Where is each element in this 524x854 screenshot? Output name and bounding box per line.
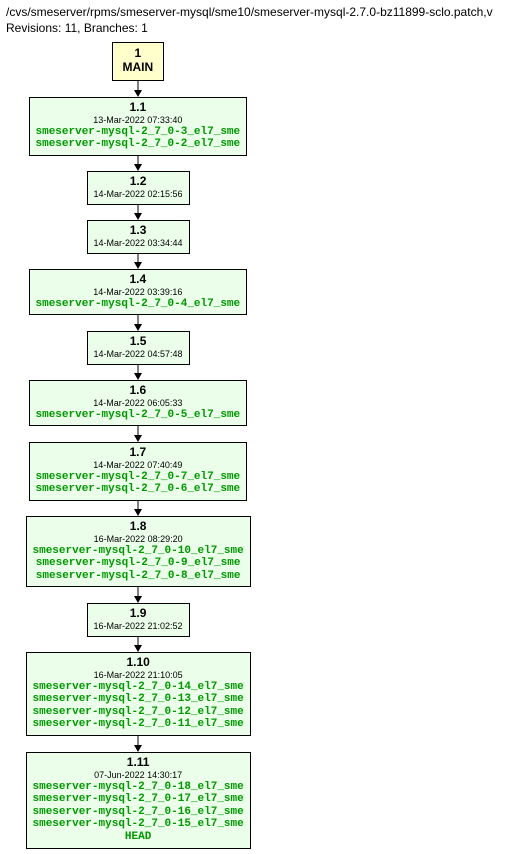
revision-tag: smeserver-mysql-2_7_0-6_el7_sme (36, 483, 241, 496)
revision-date: 14-Mar-2022 03:39:16 (36, 287, 241, 297)
revision-version: 1.5 (94, 335, 183, 349)
revision-date: 14-Mar-2022 07:40:49 (36, 460, 241, 470)
page: /cvs/smeserver/rpms/smeserver-mysql/sme1… (0, 0, 524, 854)
revision-tag: smeserver-mysql-2_7_0-13_el7_sme (33, 693, 244, 706)
revision-date: 14-Mar-2022 04:57:48 (94, 349, 183, 359)
revision-node: 1.1107-Jun-2022 14:30:17smeserver-mysql-… (26, 752, 251, 848)
revision-tag: smeserver-mysql-2_7_0-7_el7_sme (36, 471, 241, 484)
revision-tag: smeserver-mysql-2_7_0-8_el7_sme (33, 570, 244, 583)
revision-tag: smeserver-mysql-2_7_0-14_el7_sme (33, 681, 244, 694)
revision-version: 1.4 (36, 273, 241, 287)
revision-node: 1.1016-Mar-2022 21:10:05smeserver-mysql-… (26, 652, 251, 736)
revision-node: 1.214-Mar-2022 02:15:56 (87, 171, 190, 204)
path-text: /cvs/smeserver/rpms/smeserver-mysql/sme1… (6, 4, 518, 20)
revisions-info: Revisions: 11, Branches: 1 (6, 20, 518, 36)
revision-node: 1.514-Mar-2022 04:57:48 (87, 331, 190, 364)
revision-date: 16-Mar-2022 21:10:05 (33, 670, 244, 680)
revision-node: 1.816-Mar-2022 08:29:20smeserver-mysql-2… (26, 516, 251, 587)
revision-date: 14-Mar-2022 03:34:44 (94, 238, 183, 248)
revision-tag: smeserver-mysql-2_7_0-2_el7_sme (36, 138, 241, 151)
revision-date: 14-Mar-2022 02:15:56 (94, 189, 183, 199)
revision-tag: smeserver-mysql-2_7_0-15_el7_sme (33, 818, 244, 831)
revision-version: 1.7 (36, 446, 241, 460)
revision-tag: smeserver-mysql-2_7_0-5_el7_sme (36, 409, 241, 422)
revision-tag: smeserver-mysql-2_7_0-9_el7_sme (33, 557, 244, 570)
branch-root-node: 1MAIN (112, 42, 165, 81)
revision-tag: smeserver-mysql-2_7_0-17_el7_sme (33, 793, 244, 806)
revision-tag: smeserver-mysql-2_7_0-4_el7_sme (36, 298, 241, 311)
revision-tag: smeserver-mysql-2_7_0-12_el7_sme (33, 706, 244, 719)
revision-date: 07-Jun-2022 14:30:17 (33, 770, 244, 780)
revision-version: 1.2 (94, 175, 183, 189)
revision-tag: HEAD (33, 831, 244, 844)
revision-node: 1.614-Mar-2022 06:05:33smeserver-mysql-2… (29, 380, 248, 426)
revision-tag: smeserver-mysql-2_7_0-3_el7_sme (36, 126, 241, 139)
revision-date: 16-Mar-2022 21:02:52 (94, 621, 183, 631)
revision-tag: smeserver-mysql-2_7_0-10_el7_sme (33, 545, 244, 558)
revision-version: 1.3 (94, 224, 183, 238)
revision-date: 16-Mar-2022 08:29:20 (33, 534, 244, 544)
revision-version: 1.10 (33, 656, 244, 670)
revision-version: 1.6 (36, 384, 241, 398)
revision-node: 1.414-Mar-2022 03:39:16smeserver-mysql-2… (29, 269, 248, 315)
revision-date: 13-Mar-2022 07:33:40 (36, 115, 241, 125)
revision-node: 1.916-Mar-2022 21:02:52 (87, 603, 190, 636)
revision-graph: 1MAIN1.113-Mar-2022 07:33:40smeserver-my… (0, 38, 524, 854)
revision-tag: smeserver-mysql-2_7_0-16_el7_sme (33, 806, 244, 819)
revision-node: 1.113-Mar-2022 07:33:40smeserver-mysql-2… (29, 97, 248, 155)
revision-date: 14-Mar-2022 06:05:33 (36, 398, 241, 408)
revision-version: 1.1 (36, 101, 241, 115)
revision-node: 1.714-Mar-2022 07:40:49smeserver-mysql-2… (29, 442, 248, 500)
revision-version: 1.9 (94, 607, 183, 621)
revision-tag: smeserver-mysql-2_7_0-11_el7_sme (33, 718, 244, 731)
revision-node: 1.314-Mar-2022 03:34:44 (87, 220, 190, 253)
revision-tag: smeserver-mysql-2_7_0-18_el7_sme (33, 781, 244, 794)
header: /cvs/smeserver/rpms/smeserver-mysql/sme1… (0, 0, 524, 38)
revision-version: 1.8 (33, 520, 244, 534)
revision-version: 1.11 (33, 756, 244, 770)
